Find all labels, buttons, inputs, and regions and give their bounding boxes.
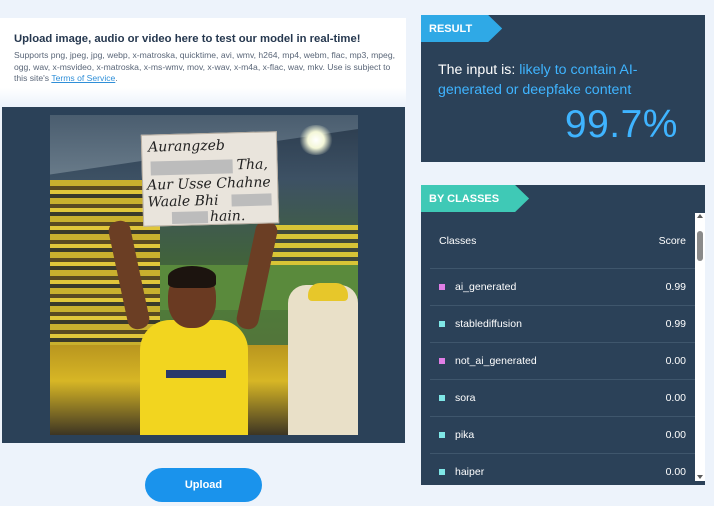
redaction-box bbox=[231, 193, 272, 207]
by-classes-tag: BY CLASSES bbox=[421, 185, 529, 212]
scroll-thumb[interactable] bbox=[697, 231, 703, 261]
class-color-swatch bbox=[439, 432, 445, 438]
class-name: pika bbox=[455, 429, 475, 441]
sign-line-5: hain. bbox=[209, 208, 246, 226]
upload-instructions: Upload image, audio or video here to tes… bbox=[0, 18, 406, 106]
class-row: haiper 0.00 bbox=[430, 453, 695, 485]
scroll-up-arrow-icon[interactable] bbox=[697, 214, 703, 218]
column-header-score: Score bbox=[658, 234, 686, 247]
class-score: 0.00 bbox=[665, 466, 686, 478]
class-row: ai_generated 0.99 bbox=[430, 268, 695, 305]
handwritten-sign: Aurangzeb Tha, Aur Usse Chahne Waale Bhi… bbox=[140, 131, 280, 227]
class-color-swatch bbox=[439, 284, 445, 290]
class-name: stablediffusion bbox=[455, 318, 522, 330]
result-statement: The input is: likely to contain AI-gener… bbox=[438, 61, 698, 100]
class-row: stablediffusion 0.99 bbox=[430, 305, 695, 342]
class-score: 0.00 bbox=[665, 392, 686, 404]
classes-panel: BY CLASSES Classes Score ai_generated 0.… bbox=[421, 185, 705, 485]
fan-holding-sign bbox=[106, 218, 280, 435]
sign-line-2: Tha, bbox=[236, 156, 269, 174]
class-row: not_ai_generated 0.00 bbox=[430, 342, 695, 379]
class-score: 0.99 bbox=[665, 318, 686, 330]
redaction-box bbox=[171, 211, 209, 225]
result-panel: RESULT The input is: likely to contain A… bbox=[421, 15, 705, 162]
preview-panel: Aurangzeb Tha, Aur Usse Chahne Waale Bhi… bbox=[2, 107, 405, 443]
column-header-classes: Classes bbox=[439, 234, 477, 247]
sign-line-3: Aur Usse Chahne bbox=[146, 174, 271, 194]
sign-line-4: Waale Bhi bbox=[147, 192, 219, 211]
class-name: ai_generated bbox=[455, 281, 517, 293]
classes-table[interactable]: Classes Score ai_generated 0.99 stabledi… bbox=[430, 213, 695, 481]
classes-table-header: Classes Score bbox=[430, 213, 695, 268]
uploaded-image-preview: Aurangzeb Tha, Aur Usse Chahne Waale Bhi… bbox=[50, 115, 358, 435]
scroll-down-arrow-icon[interactable] bbox=[697, 475, 703, 479]
result-score: 99.7% bbox=[564, 103, 678, 146]
class-name: sora bbox=[455, 392, 476, 404]
class-row: pika 0.00 bbox=[430, 416, 695, 453]
class-color-swatch bbox=[439, 321, 445, 327]
class-name: not_ai_generated bbox=[455, 355, 537, 367]
upload-button[interactable]: Upload bbox=[145, 468, 262, 502]
class-color-swatch bbox=[439, 469, 445, 475]
floodlight bbox=[298, 125, 334, 155]
terms-suffix: . bbox=[115, 73, 118, 83]
result-tag: RESULT bbox=[421, 15, 502, 42]
class-score: 0.99 bbox=[665, 281, 686, 293]
bystander-hat bbox=[308, 283, 348, 301]
upload-heading: Upload image, audio or video here to tes… bbox=[14, 33, 361, 45]
terms-of-service-link[interactable]: Terms of Service bbox=[51, 73, 115, 83]
class-score: 0.00 bbox=[665, 355, 686, 367]
sign-line-1: Aurangzeb bbox=[147, 137, 226, 156]
bystander bbox=[288, 285, 358, 435]
class-color-swatch bbox=[439, 395, 445, 401]
class-row: sora 0.00 bbox=[430, 379, 695, 416]
redaction-box bbox=[150, 159, 233, 176]
supported-formats-text: Supports png, jpeg, jpg, webp, x-matrosk… bbox=[14, 50, 396, 85]
result-prefix: The input is: bbox=[438, 62, 520, 78]
class-name: haiper bbox=[455, 466, 485, 478]
classes-scrollbar[interactable] bbox=[695, 213, 705, 481]
class-score: 0.00 bbox=[665, 429, 686, 441]
class-color-swatch bbox=[439, 358, 445, 364]
